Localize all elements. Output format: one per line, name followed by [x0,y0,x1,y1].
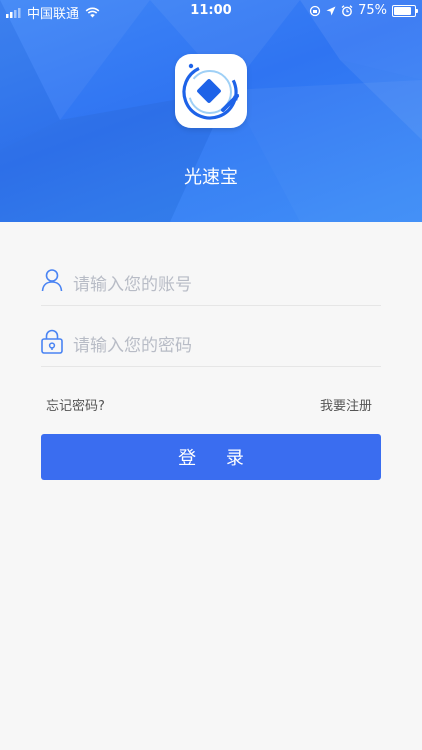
app-logo-icon [175,54,247,128]
alarm-icon [341,4,353,16]
password-field [41,326,381,367]
forgot-password-link[interactable]: 忘记密码? [46,395,105,414]
location-arrow-icon [326,6,336,15]
login-button[interactable]: 登 录 [41,434,381,480]
password-input[interactable] [71,330,375,362]
battery-percent: 75% [358,3,387,18]
login-screen: 中国联通 11:00 75% 光速宝 请输入您的账号 忘记密码? 我要注册 登 … [0,0,422,750]
user-icon [41,269,63,292]
register-link[interactable]: 我要注册 [320,395,372,414]
account-field [41,265,381,306]
battery-level [394,6,411,15]
battery-icon [392,4,418,17]
status-bar: 中国联通 11:00 75% [0,0,422,22]
header-banner: 中国联通 11:00 75% 光速宝 [0,0,422,222]
screen-rotation-lock-icon [309,5,321,16]
speed-logo-graphic [182,63,239,120]
status-right: 75% [304,3,418,18]
lock-icon [41,329,63,354]
account-input[interactable] [71,269,375,301]
app-name: 光速宝 [184,167,238,188]
